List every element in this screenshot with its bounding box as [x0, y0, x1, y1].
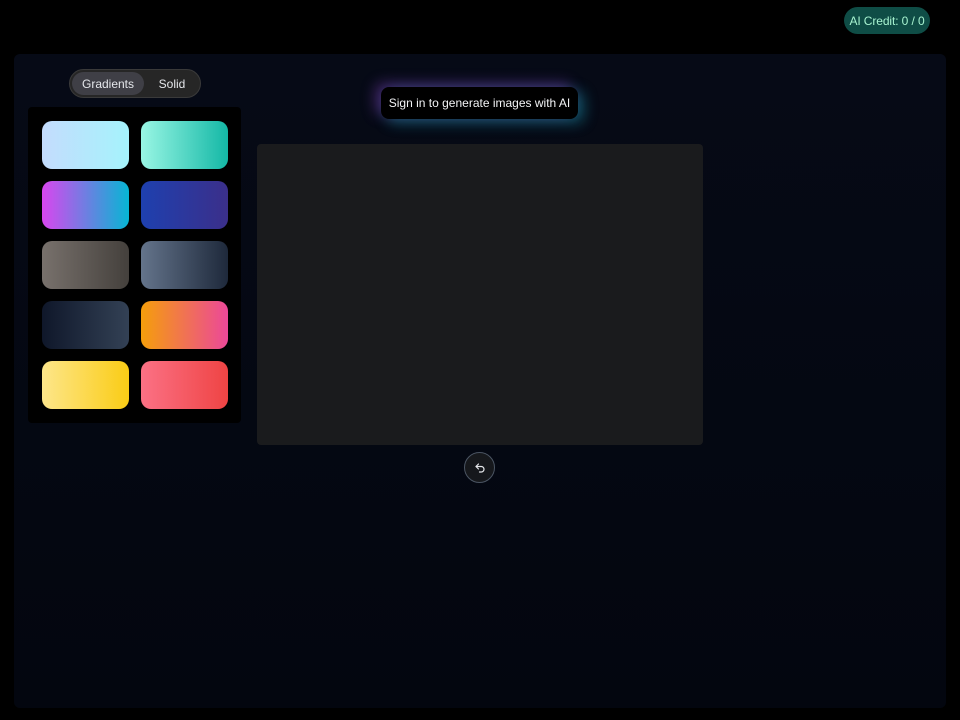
- gradient-swatch[interactable]: [141, 181, 228, 229]
- gradient-swatch[interactable]: [141, 361, 228, 409]
- gradient-swatch[interactable]: [42, 121, 129, 169]
- gradient-swatch[interactable]: [42, 181, 129, 229]
- background-type-toggle: Gradients Solid: [69, 69, 201, 98]
- undo-icon: [474, 462, 485, 473]
- gradient-swatch[interactable]: [42, 301, 129, 349]
- gradient-swatch[interactable]: [141, 241, 228, 289]
- gradient-swatch[interactable]: [42, 361, 129, 409]
- ai-signin-prompt[interactable]: Sign in to generate images with AI: [381, 87, 578, 119]
- gradients-tab[interactable]: Gradients: [72, 72, 144, 95]
- ai-credit-badge[interactable]: AI Credit: 0 / 0: [844, 7, 930, 34]
- gradient-swatch[interactable]: [141, 301, 228, 349]
- gradient-palette: [28, 107, 241, 423]
- top-bar: AI Credit: 0 / 0: [0, 0, 960, 52]
- solid-tab[interactable]: Solid: [146, 72, 198, 95]
- image-canvas[interactable]: [257, 144, 703, 445]
- gradient-swatch[interactable]: [141, 121, 228, 169]
- gradient-swatch[interactable]: [42, 241, 129, 289]
- undo-button[interactable]: [464, 452, 495, 483]
